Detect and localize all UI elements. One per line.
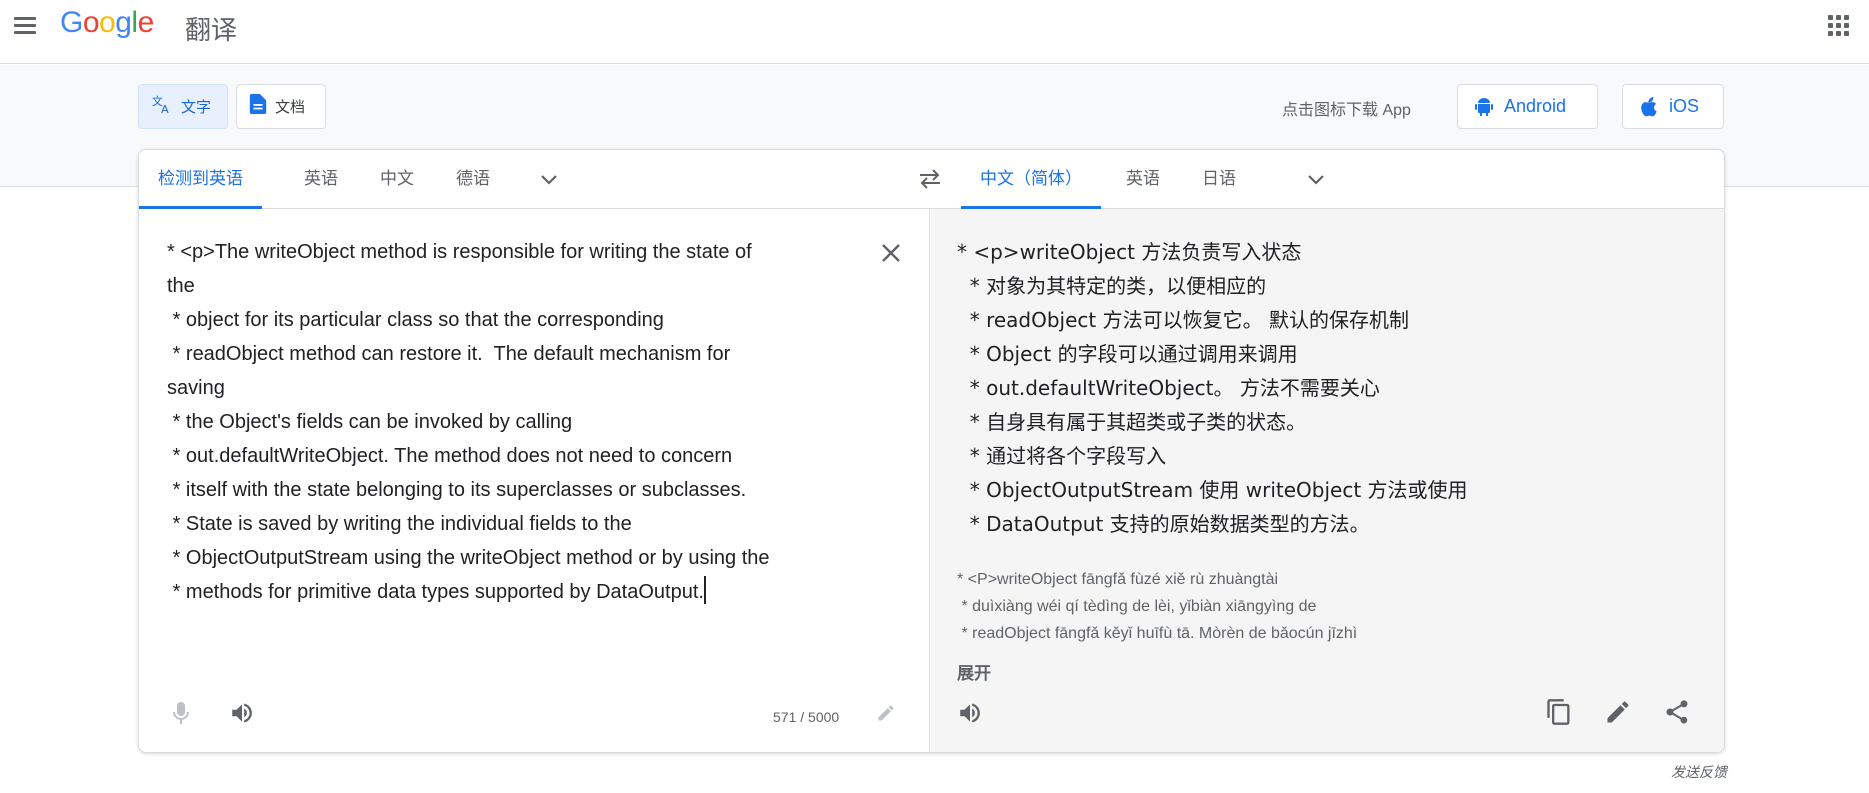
send-feedback-link[interactable]: 发送反馈: [1671, 762, 1727, 782]
text-mode-button[interactable]: 文A 文字: [138, 84, 228, 129]
translated-text: * <p>writeObject 方法负责写入状态 * 对象为其特定的类，以便相…: [957, 240, 1468, 536]
ios-app-button[interactable]: iOS: [1622, 84, 1724, 129]
android-icon: [1474, 97, 1494, 117]
ios-label: iOS: [1669, 96, 1700, 116]
document-mode-label: 文档: [275, 99, 306, 116]
target-listen-speaker-icon[interactable]: [957, 700, 983, 731]
app-header: Google 翻译: [0, 0, 1869, 64]
svg-text:A: A: [161, 103, 169, 115]
edit-translation-pencil-icon[interactable]: [1604, 698, 1632, 731]
text-mode-label: 文字: [181, 99, 212, 116]
translate-icon: 文A: [151, 93, 173, 120]
swap-languages-icon[interactable]: [916, 167, 944, 191]
source-edit-pencil-icon[interactable]: [876, 703, 896, 728]
target-pane: * <p>writeObject 方法负责写入状态 * 对象为其特定的类，以便相…: [931, 209, 1724, 752]
source-lang-more-chevron-down-icon[interactable]: [539, 170, 559, 190]
share-translation-icon[interactable]: [1663, 698, 1691, 731]
apple-icon: [1639, 96, 1659, 117]
target-lang-tab-english[interactable]: 英语: [1107, 150, 1179, 209]
source-lang-tab-english[interactable]: 英语: [285, 150, 357, 209]
microphone-icon[interactable]: [172, 701, 190, 732]
text-caret: [703, 576, 706, 604]
document-icon: [249, 94, 267, 119]
source-text-input[interactable]: * <p>The writeObject method is responsib…: [167, 235, 867, 609]
source-pane: * <p>The writeObject method is responsib…: [139, 209, 930, 752]
source-lang-tab-chinese[interactable]: 中文: [361, 150, 433, 209]
expand-transliteration-button[interactable]: 展开: [957, 659, 991, 684]
character-count: 571 / 5000: [773, 709, 840, 725]
source-lang-tab-german[interactable]: 德语: [437, 150, 509, 209]
target-lang-tab-chinese-simplified[interactable]: 中文（简体）: [961, 150, 1101, 209]
target-lang-more-chevron-down-icon[interactable]: [1306, 170, 1326, 190]
product-name: 翻译: [185, 16, 238, 46]
copy-translation-icon[interactable]: [1545, 698, 1573, 731]
source-listen-speaker-icon[interactable]: [229, 700, 255, 731]
translation-card: 检测到英语 英语 中文 德语 中文（简体） 英语 日语 * <p>The wri…: [138, 149, 1725, 753]
google-logo[interactable]: Google: [60, 6, 154, 40]
source-lang-tab-detected[interactable]: 检测到英语: [139, 150, 262, 209]
android-label: Android: [1504, 96, 1567, 116]
download-app-prompt: 点击图标下载 App: [1282, 102, 1411, 119]
android-app-button[interactable]: Android: [1457, 84, 1598, 129]
target-lang-tab-japanese[interactable]: 日语: [1183, 150, 1255, 209]
hamburger-menu-icon[interactable]: [12, 13, 38, 37]
language-bar: 检测到英语 英语 中文 德语 中文（简体） 英语 日语: [139, 150, 1724, 209]
source-text[interactable]: * <p>The writeObject method is responsib…: [167, 241, 770, 603]
document-mode-button[interactable]: 文档: [236, 84, 326, 129]
apps-grid-icon[interactable]: [1828, 15, 1850, 37]
transliteration-text: * <P>writeObject fāngfǎ fùzé xiě rù zhuà…: [957, 571, 1358, 642]
clear-source-close-icon[interactable]: [880, 242, 902, 264]
